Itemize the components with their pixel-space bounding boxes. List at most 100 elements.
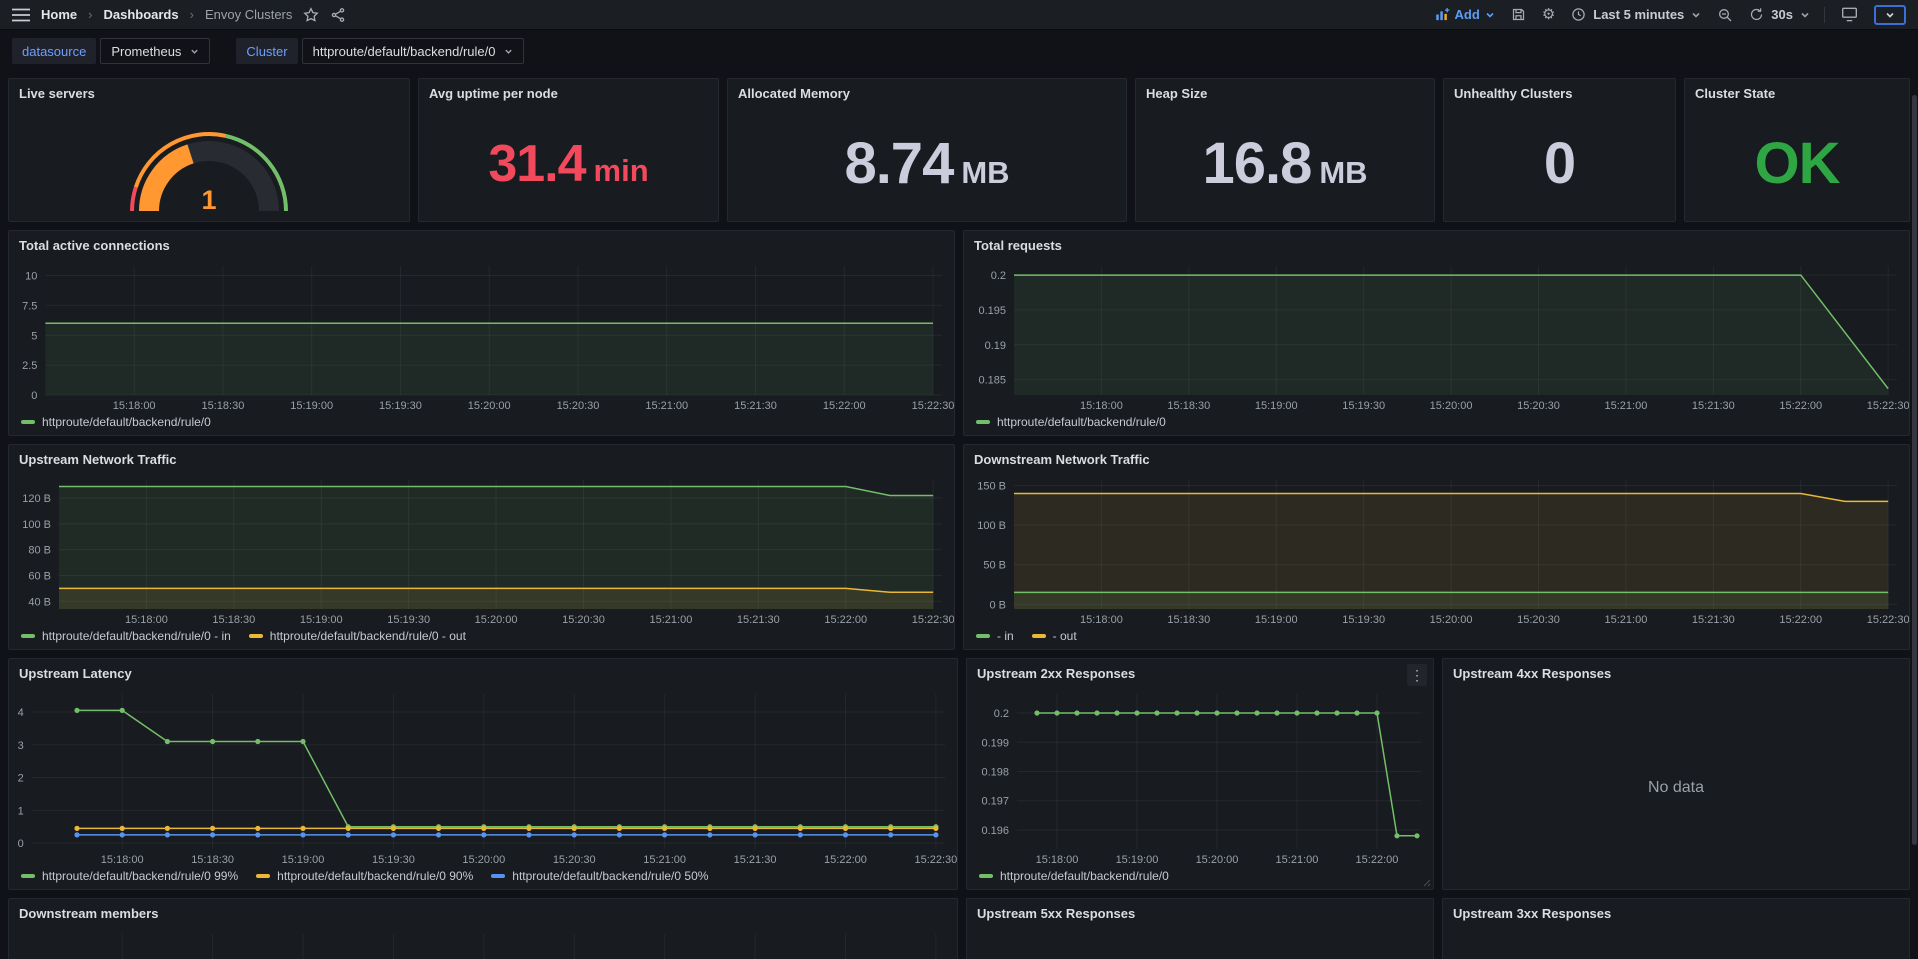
panel-total-requests: Total requests 15:18:0015:18:3015:19:001…	[963, 230, 1910, 436]
panel-title[interactable]: Live servers	[9, 79, 409, 101]
breadcrumb-current-page: Envoy Clusters	[205, 7, 292, 22]
refresh-interval-dropdown[interactable]: 30s	[1771, 7, 1793, 22]
stat-panel-unhealthy-clusters: Unhealthy Clusters 0	[1443, 78, 1676, 222]
time-range-picker[interactable]: Last 5 minutes	[1571, 7, 1701, 22]
kiosk-toggle-button[interactable]	[1874, 5, 1906, 25]
svg-text:1: 1	[18, 805, 24, 817]
svg-text:15:19:30: 15:19:30	[1342, 400, 1385, 412]
breadcrumb-dashboards[interactable]: Dashboards	[103, 7, 178, 22]
svg-text:60 B: 60 B	[28, 570, 51, 582]
svg-text:15:21:30: 15:21:30	[734, 400, 777, 412]
chart-plot[interactable]: 15:18:0015:18:3015:19:0015:19:3015:20:00…	[9, 926, 957, 959]
breadcrumb-separator: ›	[190, 7, 194, 22]
panel-title[interactable]: Upstream Network Traffic	[9, 445, 954, 472]
svg-text:15:19:00: 15:19:00	[1255, 400, 1298, 412]
panel-title[interactable]: Unhealthy Clusters	[1444, 79, 1675, 106]
stat-unit: MB	[961, 155, 1009, 191]
panel-title[interactable]: Allocated Memory	[728, 79, 1126, 106]
legend-item[interactable]: - in	[976, 629, 1014, 643]
svg-text:15:20:00: 15:20:00	[1430, 614, 1473, 626]
breadcrumb-separator: ›	[88, 7, 92, 22]
panel-title[interactable]: Avg uptime per node	[419, 79, 718, 106]
svg-text:15:22:30: 15:22:30	[914, 854, 957, 866]
svg-text:2: 2	[18, 773, 24, 785]
svg-text:15:21:00: 15:21:00	[645, 400, 688, 412]
svg-text:80 B: 80 B	[28, 545, 51, 557]
svg-text:5: 5	[31, 330, 37, 342]
svg-text:15:18:30: 15:18:30	[191, 854, 234, 866]
chart-legend: httproute/default/backend/rule/0 99% http…	[9, 867, 957, 889]
chart-plot[interactable]: 15:18:0015:18:3015:19:0015:19:3015:20:00…	[964, 472, 1909, 627]
chart-plot[interactable]: 15:18:0015:19:0015:20:0015:21:0015:22:00…	[967, 686, 1433, 867]
svg-text:15:20:00: 15:20:00	[462, 854, 505, 866]
panel-total-active-connections: Total active connections 15:18:0015:18:3…	[8, 230, 955, 436]
panel-title[interactable]: Upstream 2xx Responses	[967, 659, 1433, 686]
svg-text:15:22:30: 15:22:30	[912, 614, 954, 626]
panel-resize-handle[interactable]	[1423, 879, 1431, 887]
svg-text:1: 1	[201, 185, 216, 215]
stat-unit: MB	[1319, 155, 1367, 191]
chart-plot[interactable]: 15:18:0015:18:3015:19:0015:19:3015:20:00…	[9, 686, 957, 867]
variable-value-dropdown[interactable]: httproute/default/backend/rule/0	[302, 38, 525, 64]
share-icon[interactable]	[330, 7, 346, 23]
stat-panel-cluster-state: Cluster State OK	[1684, 78, 1910, 222]
svg-text:15:22:00: 15:22:00	[823, 400, 866, 412]
panel-title[interactable]: Total active connections	[9, 231, 954, 258]
legend-item[interactable]: httproute/default/backend/rule/0	[979, 869, 1169, 883]
svg-text:0.195: 0.195	[978, 305, 1006, 317]
panel-title[interactable]: Upstream Latency	[9, 659, 957, 686]
legend-item[interactable]: httproute/default/backend/rule/0 50%	[491, 869, 708, 883]
svg-text:15:21:30: 15:21:30	[1692, 400, 1735, 412]
svg-text:3: 3	[18, 740, 24, 752]
chart-legend: httproute/default/backend/rule/0	[9, 413, 954, 435]
panel-title[interactable]: Total requests	[964, 231, 1909, 258]
legend-item[interactable]: httproute/default/backend/rule/0	[21, 415, 211, 429]
chart-plot[interactable]: 15:18:0015:18:3015:19:0015:19:3015:20:00…	[964, 258, 1909, 413]
svg-text:15:18:00: 15:18:00	[1080, 400, 1123, 412]
panel-title[interactable]: Downstream members	[9, 899, 957, 926]
panel-menu-kebab-icon[interactable]: ⋮	[1407, 664, 1427, 686]
panel-title[interactable]: Upstream 4xx Responses	[1443, 659, 1909, 686]
panel-upstream-5xx-responses: Upstream 5xx Responses	[966, 898, 1434, 959]
variable-cluster: Cluster httproute/default/backend/rule/0	[236, 38, 524, 64]
panel-title[interactable]: Cluster State	[1685, 79, 1909, 106]
add-button[interactable]: Add	[1435, 7, 1495, 22]
charts-row-1: Total active connections 15:18:0015:18:3…	[8, 230, 1910, 436]
chart-plot[interactable]	[967, 926, 1433, 959]
panel-upstream-2xx-responses: Upstream 2xx Responses ⋮ 15:18:0015:19:0…	[966, 658, 1434, 890]
svg-text:10: 10	[25, 271, 37, 283]
svg-text:0: 0	[18, 838, 24, 850]
legend-item[interactable]: httproute/default/backend/rule/0 90%	[256, 869, 473, 883]
vertical-scrollbar-thumb[interactable]	[1912, 95, 1917, 845]
chart-plot[interactable]: 15:18:0015:18:3015:19:0015:19:3015:20:00…	[9, 472, 954, 627]
panel-title[interactable]: Heap Size	[1136, 79, 1434, 106]
chart-plot[interactable]	[1443, 926, 1909, 959]
legend-item[interactable]: httproute/default/backend/rule/0 - out	[249, 629, 466, 643]
svg-text:15:18:30: 15:18:30	[212, 614, 255, 626]
refresh-icon[interactable]	[1749, 7, 1764, 22]
svg-text:15:21:30: 15:21:30	[734, 854, 777, 866]
legend-item[interactable]: - out	[1032, 629, 1077, 643]
chart-plot[interactable]: 15:18:0015:18:3015:19:0015:19:3015:20:00…	[9, 258, 954, 413]
svg-text:15:21:00: 15:21:00	[650, 614, 693, 626]
legend-item[interactable]: httproute/default/backend/rule/0 - in	[21, 629, 231, 643]
variable-value-dropdown[interactable]: Prometheus	[100, 38, 210, 64]
svg-text:0.197: 0.197	[981, 796, 1009, 808]
dashboard-settings-gear-icon[interactable]: ⚙	[1542, 7, 1555, 22]
panel-title[interactable]: Upstream 5xx Responses	[967, 899, 1433, 926]
tv-mode-icon[interactable]	[1841, 7, 1858, 22]
legend-item[interactable]: httproute/default/backend/rule/0	[976, 415, 1166, 429]
stat-unit: min	[594, 153, 649, 189]
panel-title[interactable]: Downstream Network Traffic	[964, 445, 1909, 472]
zoom-out-icon[interactable]	[1717, 7, 1733, 23]
panel-title[interactable]: Upstream 3xx Responses	[1443, 899, 1909, 926]
grafana-dashboard: { "icons": {"gear": "⚙", "kebab": "⋮", "…	[0, 0, 1918, 959]
charts-row-4: Downstream members 15:18:0015:18:3015:19…	[8, 898, 1910, 959]
chevron-down-icon	[504, 47, 513, 56]
save-dashboard-icon[interactable]	[1511, 7, 1526, 22]
breadcrumb-home[interactable]: Home	[41, 7, 77, 22]
menu-toggle-icon[interactable]	[12, 8, 30, 22]
legend-item[interactable]: httproute/default/backend/rule/0 99%	[21, 869, 238, 883]
favorite-star-icon[interactable]	[303, 7, 319, 23]
svg-text:15:22:30: 15:22:30	[912, 400, 954, 412]
